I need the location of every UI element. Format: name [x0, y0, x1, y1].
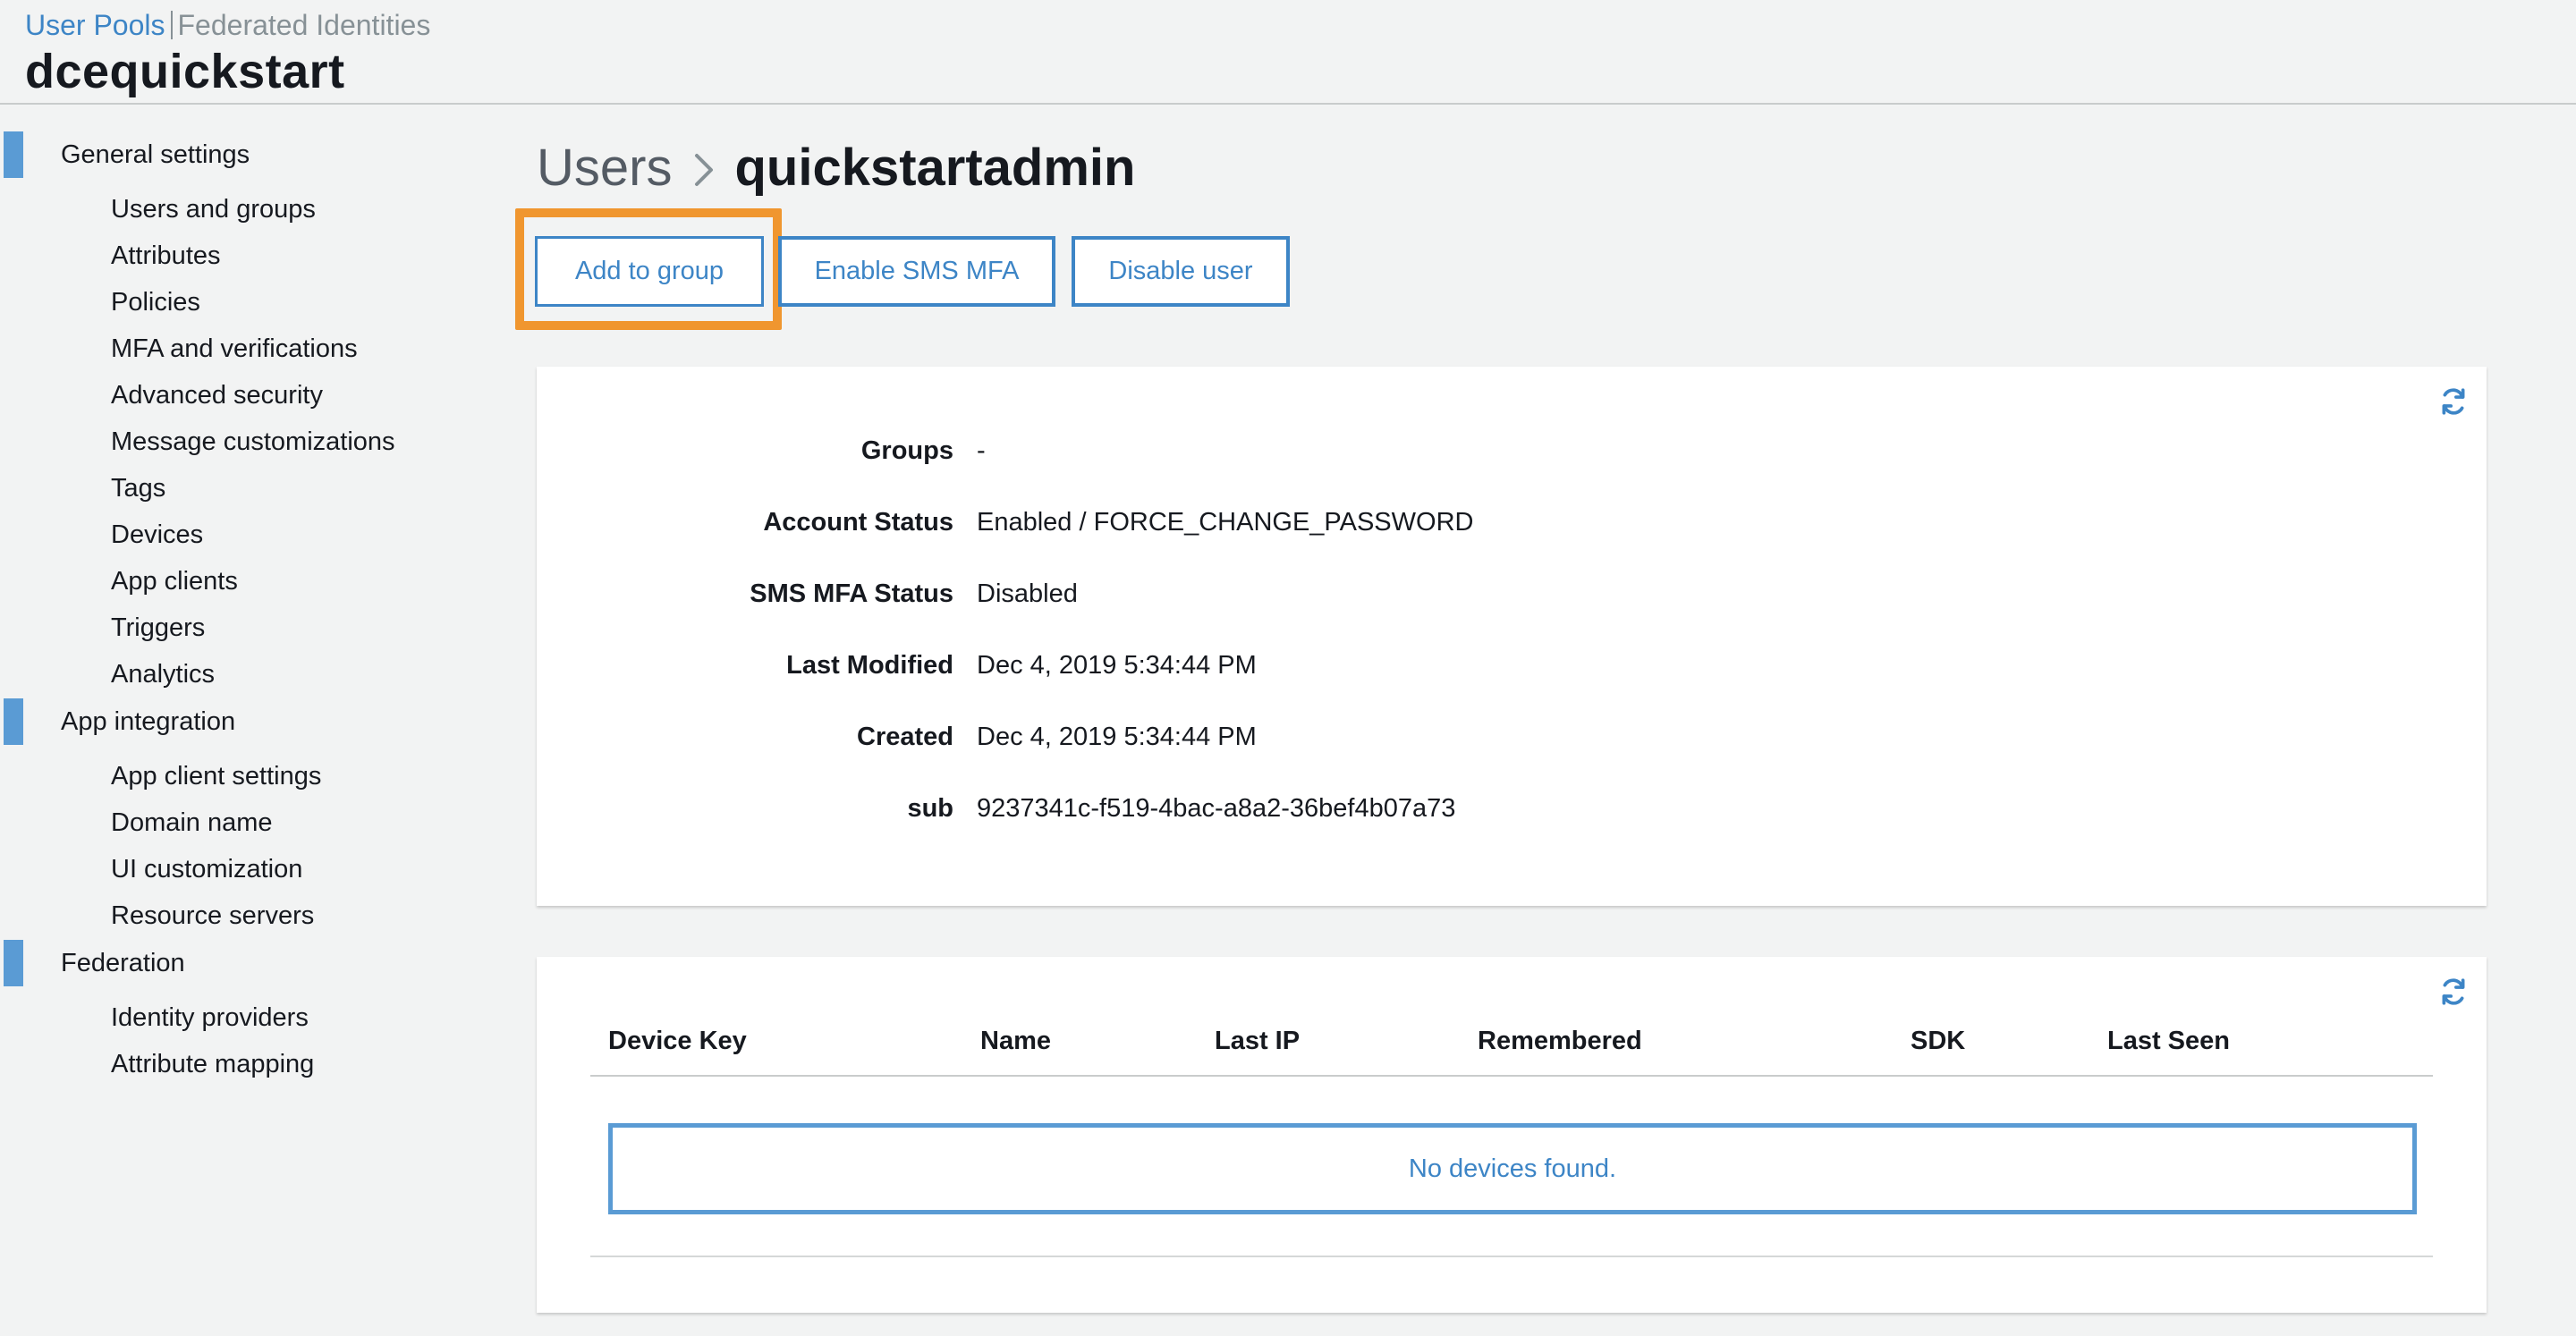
sidebar-item-resource-servers[interactable]: Resource servers: [111, 900, 314, 932]
sidebar-nav: General settings Users and groups Attrib…: [0, 105, 501, 1336]
table-divider: [590, 1256, 2433, 1257]
column-header-last-seen[interactable]: Last Seen: [2107, 1023, 2230, 1059]
sidebar-section-label: App integration: [61, 707, 236, 736]
sidebar-item-analytics[interactable]: Analytics: [111, 658, 215, 690]
chevron-right-icon: [688, 136, 724, 200]
sidebar-item-users-and-groups[interactable]: Users and groups: [111, 193, 316, 225]
sidebar-item-message-customizations[interactable]: Message customizations: [111, 426, 395, 458]
detail-row-sms-mfa-status: SMS MFA Status Disabled: [537, 576, 2326, 612]
sidebar-item-attributes[interactable]: Attributes: [111, 240, 221, 272]
column-header-remembered[interactable]: Remembered: [1478, 1023, 1642, 1059]
detail-value: 9237341c-f519-4bac-a8a2-36bef4b07a73: [977, 794, 1456, 823]
sidebar-item-attribute-mapping[interactable]: Attribute mapping: [111, 1048, 314, 1080]
breadcrumb-users-link[interactable]: Users: [537, 139, 672, 197]
column-header-last-ip[interactable]: Last IP: [1215, 1023, 1300, 1059]
detail-value: Enabled / FORCE_CHANGE_PASSWORD: [977, 508, 1474, 537]
sidebar-item-domain-name[interactable]: Domain name: [111, 807, 273, 839]
refresh-icon[interactable]: [2438, 977, 2469, 1007]
pool-header: User Pools Federated Identities dcequicks…: [0, 0, 2576, 105]
sidebar-item-ui-customization[interactable]: UI customization: [111, 853, 302, 885]
detail-value: Dec 4, 2019 5:34:44 PM: [977, 651, 1257, 680]
detail-label: Groups: [860, 436, 953, 465]
sidebar-section-label: General settings: [61, 140, 250, 169]
detail-row-account-status: Account Status Enabled / FORCE_CHANGE_PA…: [537, 504, 2326, 540]
detail-value: -: [977, 436, 986, 465]
sidebar-section-federation[interactable]: Federation: [0, 940, 483, 986]
detail-label: Account Status: [763, 508, 953, 537]
sidebar-item-tags[interactable]: Tags: [111, 472, 165, 504]
column-header-sdk[interactable]: SDK: [1911, 1023, 1965, 1059]
detail-row-sub: sub 9237341c-f519-4bac-a8a2-36bef4b07a73: [537, 791, 2326, 826]
pool-title: dcequickstart: [25, 45, 345, 98]
devices-table-header: Device Key Name Last IP Remembered SDK L…: [590, 1014, 2433, 1077]
page-title: quickstartadmin: [734, 139, 1136, 197]
detail-label: sub: [907, 794, 953, 823]
detail-row-groups: Groups -: [537, 433, 2326, 469]
sidebar-item-policies[interactable]: Policies: [111, 286, 200, 318]
breadcrumb: Users quickstartadmin: [537, 136, 1135, 200]
sidebar-item-devices[interactable]: Devices: [111, 519, 203, 551]
sidebar-item-triggers[interactable]: Triggers: [111, 612, 205, 644]
sidebar-section-app-integration[interactable]: App integration: [0, 698, 483, 745]
sidebar-section-label: Federation: [61, 949, 185, 977]
sidebar-item-app-clients[interactable]: App clients: [111, 565, 238, 597]
devices-panel: Device Key Name Last IP Remembered SDK L…: [537, 957, 2487, 1313]
tab-divider: [170, 11, 173, 39]
detail-label: Created: [857, 723, 953, 751]
detail-label: SMS MFA Status: [750, 579, 953, 608]
sidebar-item-identity-providers[interactable]: Identity providers: [111, 1002, 309, 1034]
section-indicator: [4, 940, 23, 986]
pool-tabs: User Pools Federated Identities: [25, 7, 430, 43]
refresh-icon[interactable]: [2438, 386, 2469, 417]
tab-federated-identities[interactable]: Federated Identities: [178, 9, 431, 41]
disable-user-button[interactable]: Disable user: [1072, 236, 1290, 307]
detail-label: Last Modified: [786, 651, 953, 680]
detail-row-created: Created Dec 4, 2019 5:34:44 PM: [537, 719, 2326, 755]
add-to-group-button[interactable]: Add to group: [535, 236, 764, 307]
detail-value: Disabled: [977, 579, 1078, 608]
no-devices-message: No devices found.: [608, 1123, 2417, 1214]
sidebar-item-advanced-security[interactable]: Advanced security: [111, 379, 323, 411]
detail-row-last-modified: Last Modified Dec 4, 2019 5:34:44 PM: [537, 647, 2326, 683]
sidebar-item-app-client-settings[interactable]: App client settings: [111, 760, 321, 792]
user-details-panel: Groups - Account Status Enabled / FORCE_…: [537, 367, 2487, 906]
sidebar-item-mfa-and-verifications[interactable]: MFA and verifications: [111, 333, 358, 365]
column-header-name[interactable]: Name: [980, 1023, 1051, 1059]
tab-user-pools[interactable]: User Pools: [25, 9, 165, 41]
enable-sms-mfa-button[interactable]: Enable SMS MFA: [778, 236, 1055, 307]
section-indicator: [4, 131, 23, 178]
column-header-device-key[interactable]: Device Key: [608, 1023, 747, 1059]
sidebar-section-general-settings[interactable]: General settings: [0, 131, 483, 178]
detail-value: Dec 4, 2019 5:34:44 PM: [977, 723, 1257, 751]
section-indicator: [4, 698, 23, 745]
